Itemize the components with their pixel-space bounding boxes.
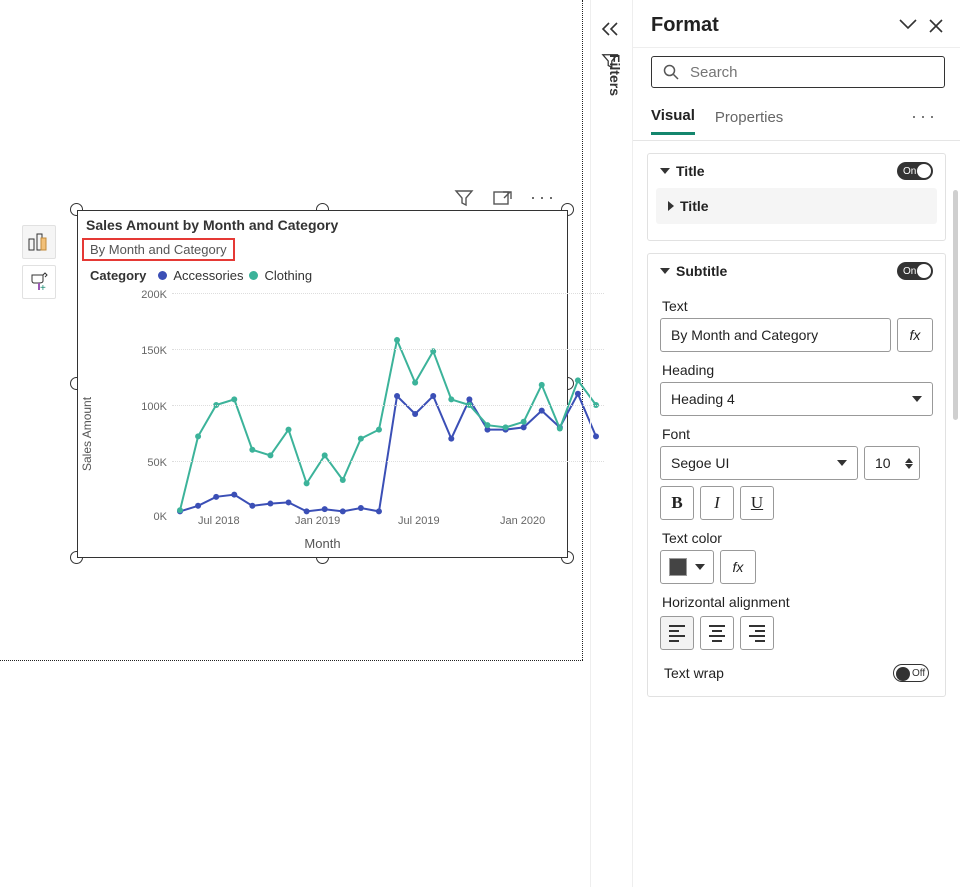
- legend-marker-clothing: [249, 271, 258, 280]
- y-tick-0: 200K: [141, 289, 167, 301]
- stepper-icon: [905, 458, 913, 469]
- chevron-down-icon: [660, 268, 670, 274]
- subtitle-toggle[interactable]: On: [897, 262, 933, 280]
- title-section-header[interactable]: Title On: [648, 154, 945, 188]
- visual-header-actions: ···: [454, 187, 557, 208]
- color-swatch: [669, 558, 687, 576]
- tabs-more-icon[interactable]: ···: [911, 106, 938, 127]
- search-input-wrapper[interactable]: [651, 56, 945, 88]
- y-tick-2: 100K: [141, 401, 167, 413]
- subtitle-text-label: Text: [662, 298, 931, 314]
- format-scrollbar[interactable]: [950, 190, 958, 880]
- search-icon: [662, 63, 680, 81]
- y-tick-4: 0K: [154, 511, 167, 523]
- filters-expand-button[interactable]: [599, 20, 621, 38]
- text-color-label: Text color: [662, 530, 931, 546]
- font-family-select[interactable]: Segoe UI: [660, 446, 858, 480]
- canvas-boundary: [0, 660, 583, 661]
- title-section-label: Title: [676, 163, 705, 179]
- chevron-down-icon: [837, 460, 847, 466]
- text-color-fx-button[interactable]: fx: [720, 550, 756, 584]
- filters-pane-collapsed: Filters: [590, 0, 630, 887]
- chevron-down-icon: [660, 168, 670, 174]
- font-size-stepper[interactable]: 10: [864, 446, 920, 480]
- plot-area: [172, 293, 604, 517]
- align-left-button[interactable]: [660, 616, 694, 650]
- subtitle-text-fx-button[interactable]: fx: [897, 318, 933, 352]
- chart-legend: Category Accessories Clothing: [90, 268, 312, 283]
- focus-mode-icon[interactable]: [492, 188, 512, 208]
- chevron-down-icon: [695, 564, 705, 570]
- chevron-down-icon: [912, 396, 922, 402]
- title-inner-section[interactable]: Title: [656, 188, 937, 224]
- text-wrap-toggle[interactable]: Off: [893, 664, 929, 682]
- filter-icon[interactable]: [454, 188, 474, 208]
- subtitle-heading-select[interactable]: Heading 4: [660, 382, 933, 416]
- subtitle-section-label: Subtitle: [676, 263, 727, 279]
- subtitle-font-label: Font: [662, 426, 931, 442]
- collapse-pane-icon[interactable]: [898, 18, 918, 34]
- chart-title: Sales Amount by Month and Category: [86, 217, 338, 233]
- close-pane-icon[interactable]: [928, 18, 944, 34]
- y-tick-1: 150K: [141, 345, 167, 357]
- title-section: Title On Title: [647, 153, 946, 241]
- subtitle-text-input[interactable]: By Month and Category: [660, 318, 891, 352]
- format-scroll-area: Title On Title: [633, 153, 960, 697]
- search-input[interactable]: [688, 63, 934, 82]
- title-toggle[interactable]: On: [897, 162, 933, 180]
- chevron-right-icon: [668, 201, 674, 211]
- y-axis-label: Sales Amount: [80, 397, 94, 471]
- y-tick-3: 50K: [147, 457, 167, 469]
- tab-visual[interactable]: Visual: [651, 107, 695, 135]
- format-paint-button[interactable]: +: [22, 265, 56, 299]
- chart-visual[interactable]: Sales Amount by Month and Category By Mo…: [77, 210, 568, 558]
- format-pane-header: Format: [633, 0, 960, 48]
- visual-edit-toolbar: +: [22, 225, 56, 299]
- format-pane: Format Visual Properties ···: [632, 0, 960, 887]
- x-axis-label: Month: [304, 536, 340, 551]
- svg-text:+: +: [40, 283, 46, 292]
- align-center-button[interactable]: [700, 616, 734, 650]
- italic-button[interactable]: I: [700, 486, 734, 520]
- align-right-button[interactable]: [740, 616, 774, 650]
- visual-type-button[interactable]: [22, 225, 56, 259]
- title-inner-label: Title: [680, 198, 709, 214]
- legend-marker-accessories: [158, 271, 167, 280]
- canvas-area: + ··· Sales Amount by Month and Category…: [0, 0, 583, 887]
- legend-label: Category: [90, 268, 146, 283]
- chart-subtitle: By Month and Category: [82, 238, 235, 261]
- more-options-icon[interactable]: ···: [530, 187, 557, 208]
- underline-button[interactable]: U: [740, 486, 774, 520]
- horiz-align-label: Horizontal alignment: [662, 594, 931, 610]
- subtitle-section-header[interactable]: Subtitle On: [648, 254, 945, 288]
- tab-properties[interactable]: Properties: [715, 109, 783, 134]
- bold-button[interactable]: B: [660, 486, 694, 520]
- subtitle-heading-label: Heading: [662, 362, 931, 378]
- legend-series-accessories: Accessories: [173, 268, 243, 283]
- subtitle-section: Subtitle On Text By Month and Category f…: [647, 253, 946, 697]
- text-color-picker[interactable]: [660, 550, 714, 584]
- legend-series-clothing: Clothing: [264, 268, 312, 283]
- filters-pane-label[interactable]: Filters: [607, 54, 623, 96]
- text-wrap-label: Text wrap: [664, 665, 724, 681]
- format-tabs: Visual Properties ···: [633, 102, 960, 140]
